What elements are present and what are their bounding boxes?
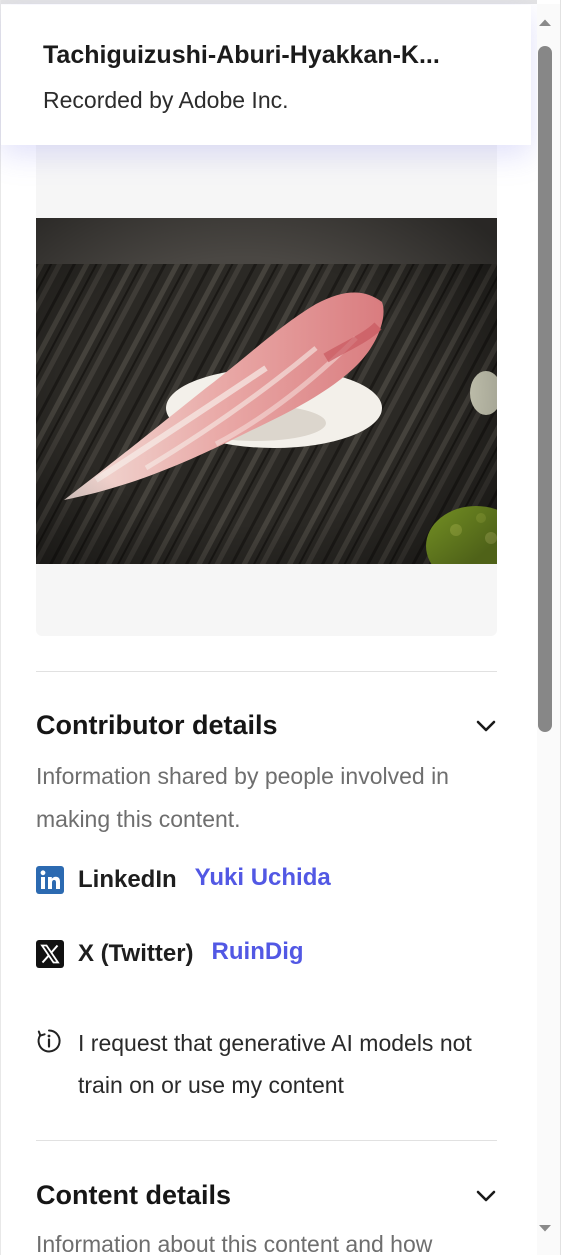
x-twitter-handle-link[interactable]: RuinDig	[212, 938, 304, 966]
section-divider	[36, 1140, 497, 1141]
linkedin-account-row: LinkedIn Yuki Uchida	[36, 863, 331, 897]
contributor-details-description: Information shared by people involved in…	[36, 763, 449, 832]
x-twitter-platform-label: X (Twitter)	[78, 940, 194, 967]
contributor-details-title[interactable]: Contributor details	[36, 710, 278, 741]
scrollbar-thumb[interactable]	[538, 46, 552, 732]
top-border	[0, 0, 537, 4]
linkedin-handle-link[interactable]: Yuki Uchida	[195, 864, 331, 892]
section-divider	[36, 671, 497, 672]
chevron-down-icon[interactable]	[474, 1184, 498, 1208]
linkedin-platform-label: LinkedIn	[78, 866, 177, 893]
asset-title: Tachiguizushi-Aburi-Hyakkan-K...	[43, 41, 440, 69]
content-credentials-panel: Tachiguizushi-Aburi-Hyakkan-K... Recorde…	[0, 0, 537, 1255]
scroll-down-arrow-icon[interactable]	[538, 1221, 552, 1235]
do-not-train-icon	[37, 1029, 61, 1053]
x-twitter-icon	[36, 940, 64, 968]
recorded-by-text: Recorded by Adobe Inc.	[43, 87, 289, 113]
content-details-description: Information about this content and how	[36, 1231, 433, 1255]
linkedin-icon	[36, 866, 64, 894]
ai-training-notice-text: I request that generative AI models not …	[78, 1030, 472, 1098]
chevron-down-icon[interactable]	[474, 714, 498, 738]
x-twitter-account-row: X (Twitter) RuinDig	[36, 937, 304, 971]
left-border	[0, 0, 1, 1255]
window-edge	[560, 0, 561, 1255]
scroll-up-arrow-icon[interactable]	[538, 16, 552, 30]
sushi-photo	[36, 218, 497, 564]
content-details-title[interactable]: Content details	[36, 1180, 231, 1211]
panel-header: Tachiguizushi-Aburi-Hyakkan-K... Recorde…	[1, 5, 531, 145]
